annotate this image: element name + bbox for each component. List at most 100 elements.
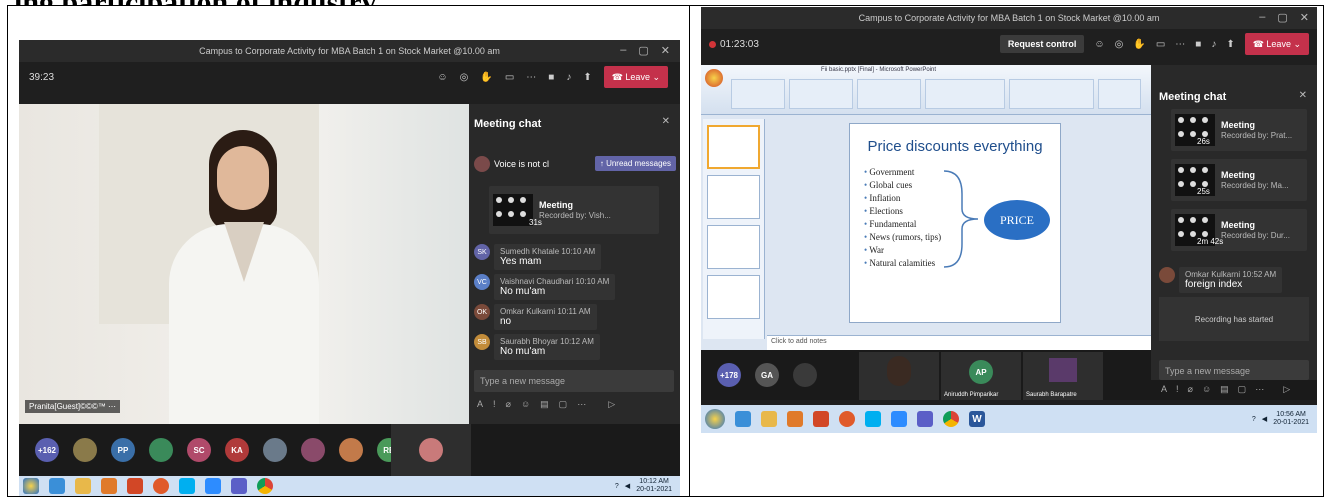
important-icon[interactable]: ! [1176, 384, 1179, 395]
chat-icon[interactable]: ◎ [1115, 39, 1124, 50]
participant-avatar[interactable] [793, 363, 817, 387]
sticker-icon[interactable]: ▢ [1238, 384, 1247, 395]
participant-avatar[interactable] [149, 438, 173, 462]
slide-notes[interactable]: Click to add notes [767, 335, 1151, 350]
recording-card[interactable]: Meeting Recorded by: Vish... 31s [489, 186, 659, 234]
firefox-icon[interactable] [153, 478, 169, 494]
media-player-icon[interactable] [101, 478, 117, 494]
skype-icon[interactable] [179, 478, 195, 494]
rooms-icon[interactable]: ▭ [505, 72, 514, 83]
chat-close-icon[interactable]: ✕ [662, 116, 670, 127]
close-icon[interactable]: ✕ [1300, 11, 1309, 24]
start-icon[interactable] [705, 409, 725, 429]
message-input[interactable]: Type a new message [1159, 360, 1309, 380]
minimize-icon[interactable]: – [620, 44, 626, 57]
teams-icon[interactable] [917, 411, 933, 427]
zoom-icon[interactable] [205, 478, 221, 494]
participant-avatar[interactable]: PP [111, 438, 135, 462]
slide-thumb[interactable] [707, 275, 760, 319]
firefox-icon[interactable] [839, 411, 855, 427]
help-icon[interactable]: ? [1252, 416, 1256, 423]
help-icon[interactable]: ? [615, 483, 619, 490]
important-icon[interactable]: ! [493, 399, 496, 410]
gif-icon[interactable]: ▤ [1220, 384, 1229, 395]
attach-icon[interactable]: ⌀ [506, 399, 511, 410]
more-actions-icon[interactable]: ⋯ [526, 72, 536, 83]
recording-card[interactable]: Meeting Recorded by: Ma... 25s [1171, 159, 1307, 201]
recording-card[interactable]: Meeting Recorded by: Dur... 2m 42s [1171, 209, 1307, 251]
participant-avatar[interactable]: +162 [35, 438, 59, 462]
folder-icon[interactable] [761, 411, 777, 427]
window-controls: – ▢ ✕ [1259, 11, 1309, 24]
recording-card[interactable]: Meeting Recorded by: Prat... 26s [1171, 109, 1307, 151]
mic-icon[interactable]: ♪ [1211, 39, 1216, 50]
close-icon[interactable]: ✕ [661, 44, 670, 57]
powerpoint-icon[interactable] [127, 478, 143, 494]
folder-icon[interactable] [75, 478, 91, 494]
emoji-icon[interactable]: ☺ [521, 399, 530, 410]
participants-icon[interactable]: ☺ [437, 72, 447, 83]
volume-icon[interactable]: ◀ [1262, 415, 1267, 423]
emoji-icon[interactable]: ☺ [1202, 384, 1211, 395]
chat-close-icon[interactable]: ✕ [1299, 90, 1307, 101]
word-icon[interactable]: W [969, 411, 985, 427]
minimize-icon[interactable]: – [1259, 11, 1265, 24]
chat-icon[interactable]: ◎ [460, 72, 469, 83]
share-icon[interactable]: ⬆ [583, 72, 591, 83]
maximize-icon[interactable]: ▢ [638, 44, 648, 57]
participant-avatar[interactable]: KA [225, 438, 249, 462]
camera-icon[interactable]: ■ [1195, 39, 1201, 50]
chrome-icon[interactable] [257, 478, 273, 494]
mic-icon[interactable]: ♪ [566, 72, 571, 83]
raise-hand-icon[interactable]: ✋ [480, 72, 492, 83]
skype-icon[interactable] [865, 411, 881, 427]
chevron-down-icon[interactable]: ⌄ [650, 72, 660, 83]
participants-icon[interactable]: ☺ [1094, 39, 1104, 50]
leave-button[interactable]: ☎ Leave ⌄ [1244, 33, 1309, 55]
more-icon[interactable]: ⋯ [577, 399, 586, 410]
volume-icon[interactable]: ◀ [625, 482, 630, 490]
rooms-icon[interactable]: ▭ [1156, 39, 1165, 50]
media-player-icon[interactable] [787, 411, 803, 427]
message-input[interactable]: Type a new message [474, 370, 674, 392]
sticker-icon[interactable]: ▢ [559, 399, 568, 410]
slide-thumb[interactable] [707, 125, 760, 169]
participant-avatar[interactable]: SC [187, 438, 211, 462]
leave-button[interactable]: ☎ Leave ⌄ [603, 66, 668, 88]
participant-avatar[interactable] [339, 438, 363, 462]
chevron-down-icon[interactable]: ⌄ [1291, 39, 1301, 50]
participant-avatar[interactable] [263, 438, 287, 462]
request-control-button[interactable]: Request control [999, 35, 1085, 53]
participant-avatar[interactable] [73, 438, 97, 462]
message-sender: Omkar Kulkarni [1185, 270, 1241, 279]
zoom-icon[interactable] [891, 411, 907, 427]
slide-thumb[interactable] [707, 225, 760, 269]
camera-icon[interactable]: ■ [548, 72, 554, 83]
phone-icon: ☎ [611, 71, 626, 82]
start-icon[interactable] [23, 478, 39, 494]
participant-avatar[interactable]: +178 [717, 363, 741, 387]
powerpoint-icon[interactable] [813, 411, 829, 427]
more-actions-icon[interactable]: ⋯ [1175, 39, 1185, 50]
raise-hand-icon[interactable]: ✋ [1133, 39, 1145, 50]
slide-bullet: Fundamental [864, 218, 941, 231]
format-icon[interactable]: A [477, 399, 483, 410]
format-icon[interactable]: A [1161, 384, 1167, 395]
attach-icon[interactable]: ⌀ [1188, 384, 1193, 395]
maximize-icon[interactable]: ▢ [1277, 11, 1287, 24]
chrome-icon[interactable] [943, 411, 959, 427]
message-text: no [500, 316, 512, 327]
participant-avatar[interactable] [301, 438, 325, 462]
office-button-icon[interactable] [705, 69, 723, 87]
participant-avatar[interactable]: GA [755, 363, 779, 387]
slide-thumb[interactable] [707, 175, 760, 219]
more-icon[interactable]: ⋯ [1255, 384, 1264, 395]
send-icon[interactable]: ▷ [1283, 384, 1290, 395]
gif-icon[interactable]: ▤ [540, 399, 549, 410]
teams-icon[interactable] [231, 478, 247, 494]
send-icon[interactable]: ▷ [608, 399, 615, 410]
ie-icon[interactable] [735, 411, 751, 427]
unread-messages-button[interactable]: ↑ Unread messages [594, 156, 676, 171]
ie-icon[interactable] [49, 478, 65, 494]
share-icon[interactable]: ⬆ [1226, 39, 1234, 50]
